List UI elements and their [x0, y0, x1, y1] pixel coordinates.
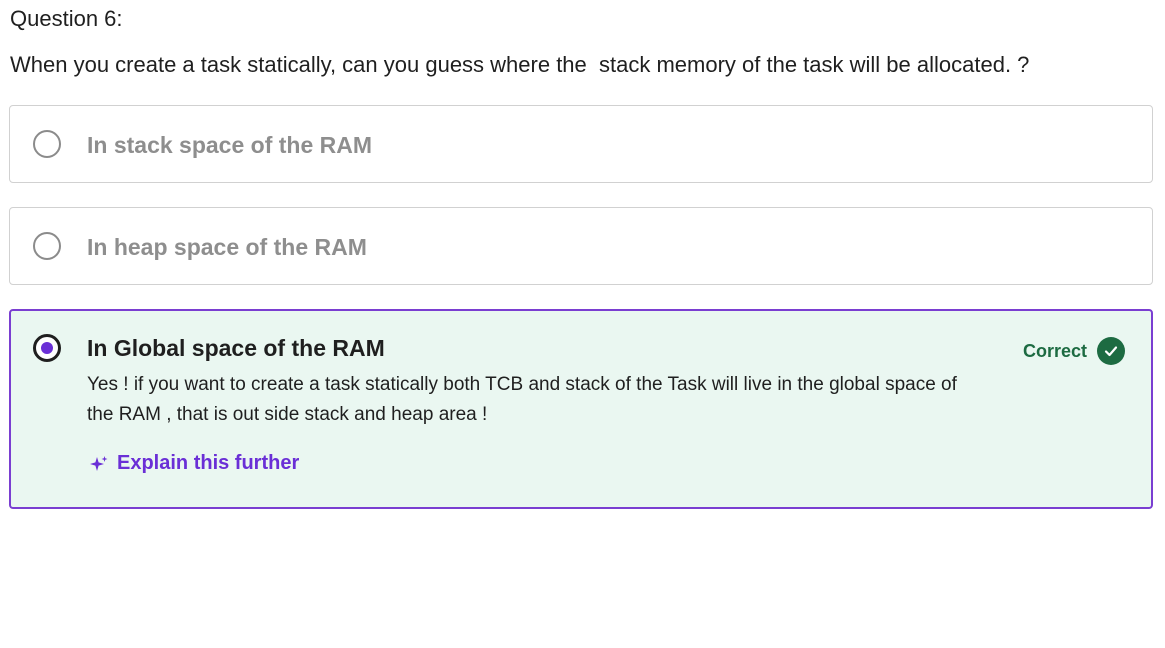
question-text: When you create a task statically, can y… [10, 52, 1030, 77]
radio-selected-dot [41, 342, 53, 354]
radio-button-selected[interactable] [33, 334, 61, 362]
correct-label: Correct [1022, 340, 1087, 361]
explain-further-label: Explain this further [117, 452, 300, 474]
correct-badge: Correct [1023, 337, 1125, 365]
option-label: In stack space of the RAM [87, 132, 373, 158]
sparkle-icon [89, 454, 109, 474]
option-label: In heap space of the RAM [87, 234, 367, 260]
quiz-page: Question 6: When you create a task stati… [0, 0, 1165, 648]
option-label: In Global space of the RAM [87, 335, 385, 361]
question-number: Question 6: [10, 6, 123, 31]
check-circle-icon [1097, 337, 1125, 365]
radio-button[interactable] [33, 130, 61, 158]
explain-further-link[interactable]: Explain this further [89, 452, 299, 475]
answer-option-2[interactable]: In heap space of the RAM [9, 207, 1153, 285]
answer-option-3-selected[interactable]: In Global space of the RAM Correct Yes !… [9, 309, 1153, 509]
radio-button[interactable] [33, 232, 61, 260]
answer-option-1[interactable]: In stack space of the RAM [9, 105, 1153, 183]
answer-feedback: Yes ! if you want to create a task stati… [87, 374, 957, 425]
